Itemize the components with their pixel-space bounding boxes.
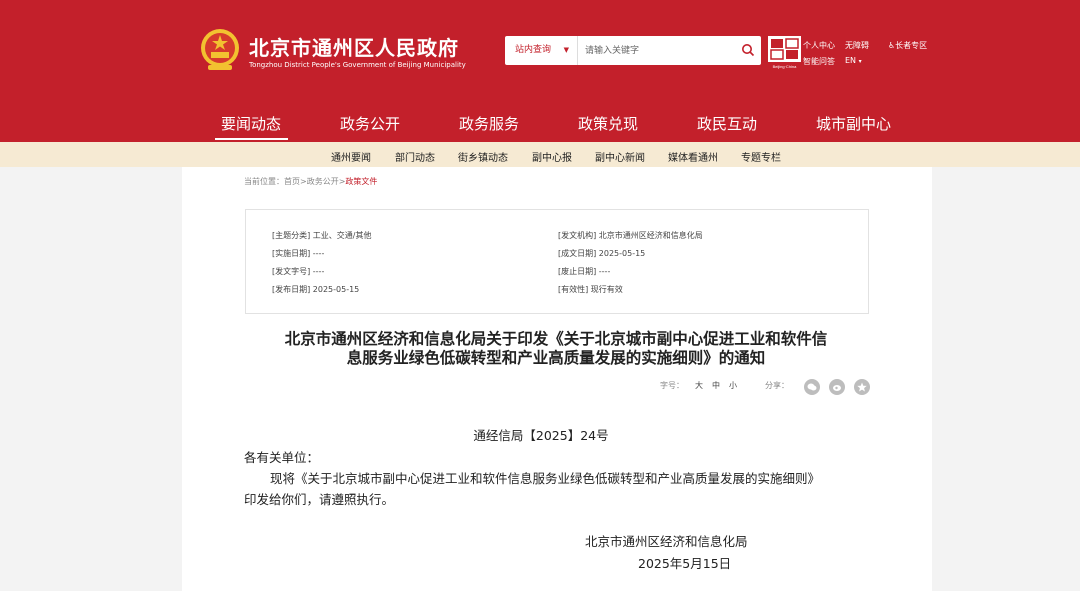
signature-date: 2025年5月15日 [638,556,732,571]
smart-qa-link[interactable]: 智能问答 [803,56,835,67]
document-number: 通经信局【2025】24号 [473,428,609,443]
subnav-item-tongzhou-news[interactable]: 通州要闻 [331,149,371,164]
search-box: 站内查询 ▼ [505,36,761,65]
site-title[interactable]: 北京市通州区人民政府 [249,32,459,61]
meta-publish-date: [发布日期] 2025-05-15 [272,285,360,294]
meta-effective-date: [实施日期] ---- [272,249,325,258]
weibo-icon[interactable] [829,379,845,395]
subnav-item-dept-news[interactable]: 部门动态 [395,149,435,164]
signature-organization: 北京市通州区经济和信息化局 [585,534,748,549]
breadcrumb-policy-docs[interactable]: 政策文件 [345,177,377,186]
document-meta-box: [主题分类] 工业、交通/其他 [发文机构] 北京市通州区经济和信息化局 [实施… [245,209,869,314]
nav-item-policy[interactable]: 政策兑现 [578,113,638,134]
font-size-label: 字号： [660,381,684,390]
nav-item-gov-services[interactable]: 政务服务 [459,113,519,134]
subnav-item-special[interactable]: 专题专栏 [741,149,781,164]
sub-nav: 通州要闻 部门动态 街乡镇动态 副中心报 副中心新闻 媒体看通州 专题专栏 [0,142,1080,167]
meta-topic: [主题分类] 工业、交通/其他 [272,231,372,240]
salutation: 各有关单位： [244,450,320,465]
meta-written-date: [成文日期] 2025-05-15 [558,249,646,258]
breadcrumb-separator: > [300,177,307,186]
breadcrumb-home[interactable]: 首页 [284,177,300,186]
share-label: 分享： [765,381,789,390]
accessibility-link[interactable]: 无障碍 [845,40,869,51]
caret-down-icon: ▼ [563,46,569,54]
meta-repeal-date: [废止日期] ---- [558,267,611,276]
search-scope-label: 站内查询 [515,45,552,55]
subnav-item-center-news[interactable]: 副中心新闻 [595,149,645,164]
meta-validity: [有效性] 现行有效 [558,285,623,294]
wechat-icon[interactable] [804,379,820,395]
chevron-down-icon: ▾ [858,58,862,65]
nav-active-indicator [215,138,288,140]
search-icon[interactable] [741,43,755,57]
breadcrumb-prefix: 当前位置： [244,177,284,186]
document-title: 北京市通州区经济和信息化局关于印发《关于北京城市副中心促进工业和软件信 息服务业… [242,330,870,368]
subnav-item-media[interactable]: 媒体看通州 [668,149,718,164]
capital-beijing-logo[interactable]: Beijing·China [768,36,801,70]
search-scope-select[interactable]: 站内查询 ▼ [505,36,578,65]
favorite-icon[interactable] [854,379,870,395]
national-emblem-icon [201,29,239,70]
nav-item-interaction[interactable]: 政民互动 [697,113,757,134]
document-title-line: 息服务业绿色低碳转型和产业高质量发展的实施细则》的通知 [346,349,766,367]
document-title-line: 北京市通州区经济和信息化局关于印发《关于北京城市副中心促进工业和软件信 [284,330,828,348]
english-link[interactable]: EN ▾ [845,56,862,65]
site-subtitle: Tongzhou District People's Government of… [249,61,466,69]
search-input[interactable] [585,41,735,60]
nav-item-sub-center[interactable]: 城市副中心 [816,113,891,134]
font-size-small[interactable]: 小 [729,380,737,391]
meta-issuer: [发文机构] 北京市通州区经济和信息化局 [558,231,703,240]
elderly-zone-link[interactable]: ♿长者专区 [888,40,927,51]
breadcrumb: 当前位置：首页>政务公开>政策文件 [244,176,377,187]
subnav-item-center-paper[interactable]: 副中心报 [532,149,572,164]
body-paragraph-line: 现将《关于北京城市副中心促进工业和软件信息服务业绿色低碳转型和产业高质量发展的实… [270,471,821,486]
english-label: EN [845,56,857,65]
main-nav: 要闻动态 政务公开 政务服务 政策兑现 政民互动 城市副中心 [0,103,1080,142]
site-header: 北京市通州区人民政府 Tongzhou District People's Go… [0,0,1080,103]
meta-doc-number: [发文字号] ---- [272,267,325,276]
personal-center-link[interactable]: 个人中心 [803,40,835,51]
subnav-item-town-news[interactable]: 街乡镇动态 [458,149,508,164]
nav-item-news[interactable]: 要闻动态 [221,113,281,134]
font-size-medium[interactable]: 中 [712,380,720,391]
body-paragraph-line: 印发给你们，请遵照执行。 [244,492,395,507]
breadcrumb-gov-affairs[interactable]: 政务公开 [307,177,339,186]
nav-item-gov-affairs[interactable]: 政务公开 [340,113,400,134]
elderly-label: 长者专区 [895,41,928,50]
font-size-large[interactable]: 大 [695,380,703,391]
capital-logo-caption: Beijing·China [773,64,798,69]
content-panel: 当前位置：首页>政务公开>政策文件 [主题分类] 工业、交通/其他 [发文机构]… [182,167,932,591]
